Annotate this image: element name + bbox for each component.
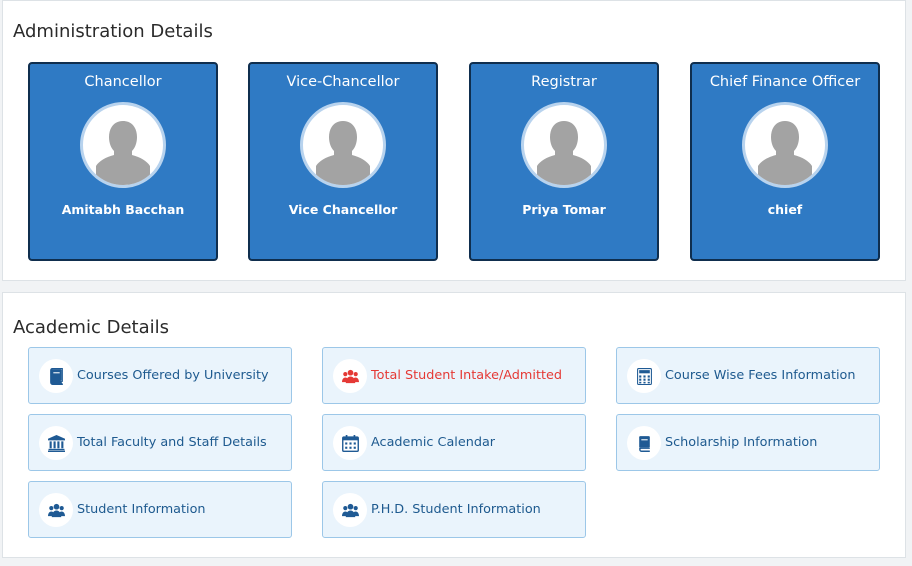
avatar-placeholder-icon: [742, 102, 828, 188]
card-person-name: Vice Chancellor: [288, 202, 398, 217]
institution-icon: [39, 426, 73, 460]
faculty-staff-link[interactable]: Total Faculty and Staff Details: [28, 414, 292, 471]
academic-calendar-link[interactable]: Academic Calendar: [322, 414, 586, 471]
calendar-icon: [333, 426, 367, 460]
avatar-placeholder-icon: [521, 102, 607, 188]
tile-label: Scholarship Information: [665, 435, 818, 450]
phd-student-information-link[interactable]: P.H.D. Student Information: [322, 481, 586, 538]
admin-card-chancellor[interactable]: Chancellor Amitabh Bacchan: [28, 62, 218, 261]
tile-label: Courses Offered by University: [77, 368, 269, 383]
calculator-icon: [627, 359, 661, 393]
tile-label: P.H.D. Student Information: [371, 502, 541, 517]
tile-label: Total Student Intake/Admitted: [371, 368, 562, 383]
admin-card-vice-chancellor[interactable]: Vice-Chancellor Vice Chancellor: [248, 62, 438, 261]
book-icon: [39, 359, 73, 393]
users-icon: [333, 359, 367, 393]
academic-panel: Academic Details Courses Offered by Univ…: [2, 292, 906, 558]
course-wise-fees-link[interactable]: Course Wise Fees Information: [616, 347, 880, 404]
scholarship-information-link[interactable]: Scholarship Information: [616, 414, 880, 471]
academic-title: Academic Details: [13, 317, 169, 338]
admin-card-registrar[interactable]: Registrar Priya Tomar: [469, 62, 659, 261]
tile-label: Academic Calendar: [371, 435, 496, 450]
card-role: Registrar: [531, 74, 597, 90]
avatar-placeholder-icon: [80, 102, 166, 188]
tile-label: Course Wise Fees Information: [665, 368, 856, 383]
administration-title: Administration Details: [13, 21, 213, 42]
users-icon: [333, 493, 367, 527]
users-icon: [39, 493, 73, 527]
admin-card-chief-finance-officer[interactable]: Chief Finance Officer chief: [690, 62, 880, 261]
card-role: Vice-Chancellor: [286, 74, 400, 90]
card-role: Chief Finance Officer: [709, 74, 861, 90]
courses-offered-link[interactable]: Courses Offered by University: [28, 347, 292, 404]
book-icon: [627, 426, 661, 460]
total-student-intake-link[interactable]: Total Student Intake/Admitted: [322, 347, 586, 404]
student-information-link[interactable]: Student Information: [28, 481, 292, 538]
card-person-name: chief: [767, 202, 803, 217]
administration-panel: Administration Details Chancellor Amitab…: [2, 0, 906, 281]
card-role: Chancellor: [84, 74, 162, 90]
card-person-name: Priya Tomar: [522, 202, 606, 217]
avatar-placeholder-icon: [300, 102, 386, 188]
tile-label: Student Information: [77, 502, 206, 517]
tile-label: Total Faculty and Staff Details: [77, 435, 267, 450]
card-person-name: Amitabh Bacchan: [61, 202, 185, 217]
